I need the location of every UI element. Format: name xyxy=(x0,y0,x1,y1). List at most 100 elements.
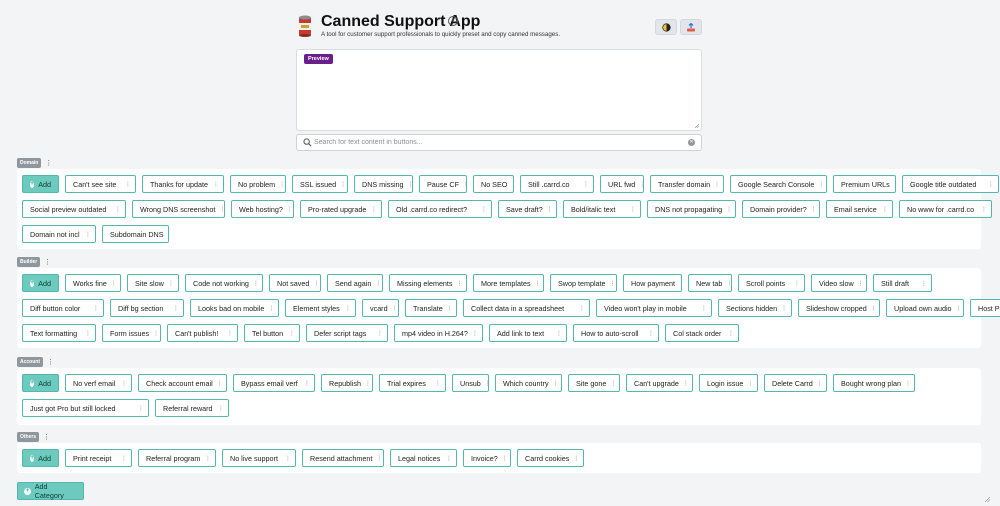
menu-dots-icon[interactable]: ⋮ xyxy=(201,455,211,462)
canned-message-button[interactable]: Code not working ⋮ xyxy=(185,274,263,292)
category-menu-icon[interactable]: ⋮ xyxy=(47,359,54,366)
canned-message-button[interactable]: Not saved ⋮ xyxy=(269,274,321,292)
category-menu-icon[interactable]: ⋮ xyxy=(43,434,50,441)
menu-dots-icon[interactable]: ⋮ xyxy=(575,305,585,312)
canned-message-button[interactable]: Swop template ⋮ xyxy=(550,274,617,292)
canned-message-button[interactable]: Print receipt ⋮ xyxy=(65,449,132,467)
canned-message-button[interactable]: Video won't play in mobile ⋮ xyxy=(596,299,712,317)
menu-dots-icon[interactable]: ⋮ xyxy=(790,280,800,287)
menu-dots-icon[interactable]: ⋮ xyxy=(117,380,127,387)
canned-message-button[interactable]: Google title outdated ⋮ xyxy=(902,175,999,193)
canned-message-button[interactable]: Invoice? ⋮ xyxy=(463,449,511,467)
menu-dots-icon[interactable]: ⋮ xyxy=(984,181,994,188)
canned-message-button[interactable]: Subdomain DNS⋮ xyxy=(102,225,169,243)
menu-dots-icon[interactable]: ⋮ xyxy=(453,280,463,287)
menu-dots-icon[interactable]: ⋮ xyxy=(107,280,117,287)
canned-message-button[interactable]: Col stack order ⋮ xyxy=(665,324,739,342)
menu-dots-icon[interactable]: ⋮ xyxy=(468,330,478,337)
menu-dots-icon[interactable]: ⋮ xyxy=(722,206,732,213)
menu-dots-icon[interactable]: ⋮ xyxy=(285,330,295,337)
canned-message-button[interactable]: Referral reward ⋮ xyxy=(155,399,229,417)
menu-dots-icon[interactable]: ⋮ xyxy=(367,206,377,213)
canned-message-button[interactable]: No SEO⋮ xyxy=(473,175,514,193)
canned-message-button[interactable]: Host PDFs?⋮ xyxy=(970,299,1000,317)
canned-message-button[interactable]: Can't see site ⋮ xyxy=(65,175,136,193)
category-name[interactable]: Domain xyxy=(17,158,42,168)
menu-dots-icon[interactable]: ⋮ xyxy=(854,280,864,287)
canned-message-button[interactable]: vcard ⋮ xyxy=(362,299,399,317)
menu-dots-icon[interactable]: ⋮ xyxy=(626,206,636,213)
canned-message-button[interactable]: Site slow ⋮ xyxy=(127,274,179,292)
menu-dots-icon[interactable]: ⋮ xyxy=(552,330,562,337)
menu-dots-icon[interactable]: ⋮ xyxy=(81,330,91,337)
share-button[interactable] xyxy=(680,19,702,35)
menu-dots-icon[interactable]: ⋮ xyxy=(777,305,787,312)
menu-dots-icon[interactable]: ⋮ xyxy=(867,305,877,312)
canned-message-button[interactable]: Defer script tags ⋮ xyxy=(306,324,388,342)
menu-dots-icon[interactable]: ⋮ xyxy=(543,206,553,213)
category-name[interactable]: Account xyxy=(17,357,43,367)
canned-message-button[interactable]: Collect data in a spreadsheet ⋮ xyxy=(463,299,590,317)
canned-message-button[interactable]: Web hosting? ⋮ xyxy=(231,200,294,218)
canned-message-button[interactable]: Republish ⋮ xyxy=(321,374,373,392)
menu-dots-icon[interactable]: ⋮ xyxy=(281,455,291,462)
menu-dots-icon[interactable]: ⋮ xyxy=(111,206,121,213)
menu-dots-icon[interactable]: ⋮ xyxy=(81,231,91,238)
add-category-button[interactable]: + Add Category xyxy=(17,482,84,500)
canned-message-button[interactable]: How payment⋮ xyxy=(623,274,682,292)
canned-message-button[interactable]: Google Search Console ⋮ xyxy=(730,175,827,193)
canned-message-button[interactable]: Diff bg section ⋮ xyxy=(110,299,184,317)
preview-area[interactable]: Preview xyxy=(296,49,702,131)
menu-dots-icon[interactable]: ⋮ xyxy=(977,206,987,213)
menu-dots-icon[interactable]: ⋮ xyxy=(431,380,441,387)
menu-dots-icon[interactable]: ⋮ xyxy=(890,181,895,188)
menu-dots-icon[interactable]: ⋮ xyxy=(697,305,707,312)
canned-message-button[interactable]: Trial expires ⋮ xyxy=(379,374,446,392)
menu-dots-icon[interactable]: ⋮ xyxy=(121,181,131,188)
canned-message-button[interactable]: Scroll points ⋮ xyxy=(738,274,805,292)
menu-dots-icon[interactable]: ⋮ xyxy=(213,380,223,387)
canned-message-button[interactable]: Element styles ⋮ xyxy=(285,299,356,317)
canned-message-button[interactable]: Bypass email verf ⋮ xyxy=(233,374,315,392)
canned-message-button[interactable]: Looks bad on mobile ⋮ xyxy=(190,299,279,317)
canned-message-button[interactable]: Just got Pro but still locked ⋮ xyxy=(22,399,149,417)
canned-message-button[interactable]: Domain provider? ⋮ xyxy=(742,200,820,218)
canned-message-button[interactable]: Carrd cookies ⋮ xyxy=(517,449,584,467)
menu-dots-icon[interactable]: ⋮ xyxy=(679,380,689,387)
canned-message-button[interactable]: SSL issued ⋮ xyxy=(292,175,348,193)
canned-message-button[interactable]: Add link to text ⋮ xyxy=(489,324,567,342)
clear-icon[interactable]: ✕ xyxy=(688,139,695,146)
menu-dots-icon[interactable]: ⋮ xyxy=(169,305,179,312)
canned-message-button[interactable]: Which country ⋮ xyxy=(495,374,562,392)
canned-message-button[interactable]: DNS not propagating ⋮ xyxy=(647,200,736,218)
canned-message-button[interactable]: How to auto-scroll ⋮ xyxy=(573,324,659,342)
canned-message-button[interactable]: More templates ⋮ xyxy=(473,274,544,292)
canned-message-button[interactable]: Still draft ⋮ xyxy=(873,274,932,292)
canned-message-button[interactable]: Delete Carrd ⋮ xyxy=(764,374,827,392)
menu-dots-icon[interactable]: ⋮ xyxy=(117,455,127,462)
canned-message-button[interactable]: Email service ⋮ xyxy=(826,200,893,218)
canned-message-button[interactable]: Save draft? ⋮ xyxy=(498,200,557,218)
canned-message-button[interactable]: Bought wrong plan ⋮ xyxy=(833,374,915,392)
canned-message-button[interactable]: Still .carrd.co ⋮ xyxy=(520,175,594,193)
menu-dots-icon[interactable]: ⋮ xyxy=(917,280,927,287)
menu-dots-icon[interactable]: ⋮ xyxy=(477,206,487,213)
canned-message-button[interactable]: Login issue ⋮ xyxy=(699,374,758,392)
search-input[interactable] xyxy=(314,136,682,149)
menu-dots-icon[interactable]: ⋮ xyxy=(569,455,579,462)
canned-message-button[interactable]: Site gone ⋮ xyxy=(568,374,620,392)
menu-dots-icon[interactable]: ⋮ xyxy=(507,181,513,188)
menu-dots-icon[interactable]: ⋮ xyxy=(388,305,398,312)
canned-message-button[interactable]: No www for .carrd.co ⋮ xyxy=(899,200,992,218)
canned-message-button[interactable]: Resend attachment ⋮ xyxy=(302,449,384,467)
canned-message-button[interactable]: Wrong DNS screenshot ⋮ xyxy=(132,200,225,218)
canned-message-button[interactable]: mp4 video in H.264? ⋮ xyxy=(394,324,483,342)
canned-message-button[interactable]: Can't upgrade ⋮ xyxy=(626,374,693,392)
canned-message-button[interactable]: Sections hidden ⋮ xyxy=(718,299,792,317)
menu-dots-icon[interactable]: ⋮ xyxy=(644,330,654,337)
canned-message-button[interactable]: Can't publish! ⋮ xyxy=(167,324,238,342)
menu-dots-icon[interactable]: ⋮ xyxy=(371,280,381,287)
canned-message-button[interactable]: Thanks for update ⋮ xyxy=(142,175,224,193)
menu-dots-icon[interactable]: ⋮ xyxy=(901,380,911,387)
canned-message-button[interactable]: Send again ⋮ xyxy=(327,274,383,292)
